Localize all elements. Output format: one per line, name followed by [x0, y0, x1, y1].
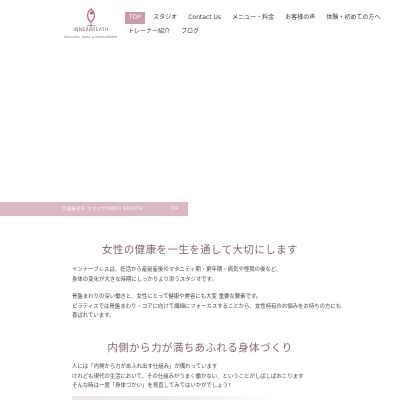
lotus-figure-logo-icon [86, 8, 96, 27]
nav-item-studio[interactable]: スタジオ [150, 12, 180, 24]
breadcrumb: 大阪藤井寺 スタジオINNER BREATH TOP [0, 202, 188, 216]
body-paragraph: 人には「内側から力があふれ出す仕組み」が備わっています けれども現代の生活におい… [72, 363, 372, 392]
logo-tagline: RELAXING · BODY & DEVELOPMENT [64, 35, 118, 39]
nav-row-2: トレーナー紹介 ブログ [125, 26, 202, 38]
body-line: そんな時は一度「身体づかい」を見直してみてはいかがでしょう? [72, 383, 231, 390]
pelvis-line: 骨盤まわりの深い働きと、女性にとって健康や美容にも大変 重要な要素です。 [72, 294, 262, 300]
nav-item-contact[interactable]: Contact Us [185, 12, 224, 24]
intro-line: 身体の変化が大きな時期にしっかりより添うスタジオです。 [72, 276, 217, 283]
body-line: 人には「内側から力があふれ出す仕組み」が備わっています [72, 364, 218, 370]
intro-line: インナーブレスは、妊活から産前産後のマタニティ期・更年期・病気や怪我の後など、 [72, 267, 282, 273]
section-heading-health: 女性の健康を一生を通して大切にします [102, 244, 298, 256]
cutoff-text-fade [72, 396, 272, 400]
breadcrumb-top-link[interactable]: TOP [170, 202, 178, 216]
breadcrumb-current: 大阪藤井寺 スタジオINNER BREATH [62, 206, 144, 211]
nav-item-top[interactable]: TOP [125, 12, 146, 24]
nav-item-voices[interactable]: お客様の声 [282, 12, 318, 24]
pelvis-paragraph: 骨盤まわりの深い働きと、女性にとって健康や美容にも大変 重要な要素です。 ピラテ… [72, 293, 372, 322]
nav-item-first-time[interactable]: 体験・初めての方へ [323, 12, 383, 24]
body-line: けれども現代の生活において、その仕組みがうまく働かない、ということがしばしばおこ… [72, 373, 304, 380]
nav-item-blog[interactable]: ブログ [178, 26, 202, 38]
pelvis-line: ピラティスでは骨盤まわり・コアに向けて繊細にフォーカスすることから、女性特有のお… [72, 303, 342, 310]
site-header: INNERBREATH RELAXING · BODY & DEVELOPMEN… [0, 0, 400, 46]
logo-name: INNERBREATH [73, 28, 109, 33]
nav-item-menu-price[interactable]: メニュー・料金 [229, 12, 277, 24]
nav-item-trainer[interactable]: トレーナー紹介 [125, 26, 173, 38]
pelvis-line: 喜ばれています。 [72, 313, 115, 320]
hero-area [0, 46, 400, 202]
nav-row-1: TOP スタジオ Contact Us メニュー・料金 お客様の声 体験・初めて… [125, 12, 383, 24]
intro-paragraph: インナーブレスは、妊活から産前産後のマタニティ期・更年期・病気や怪我の後など、 … [72, 266, 372, 285]
section-heading-body: 内側から力が満ちあふれる身体づくり [107, 342, 293, 354]
site-logo[interactable]: INNERBREATH RELAXING · BODY & DEVELOPMEN… [62, 7, 120, 45]
